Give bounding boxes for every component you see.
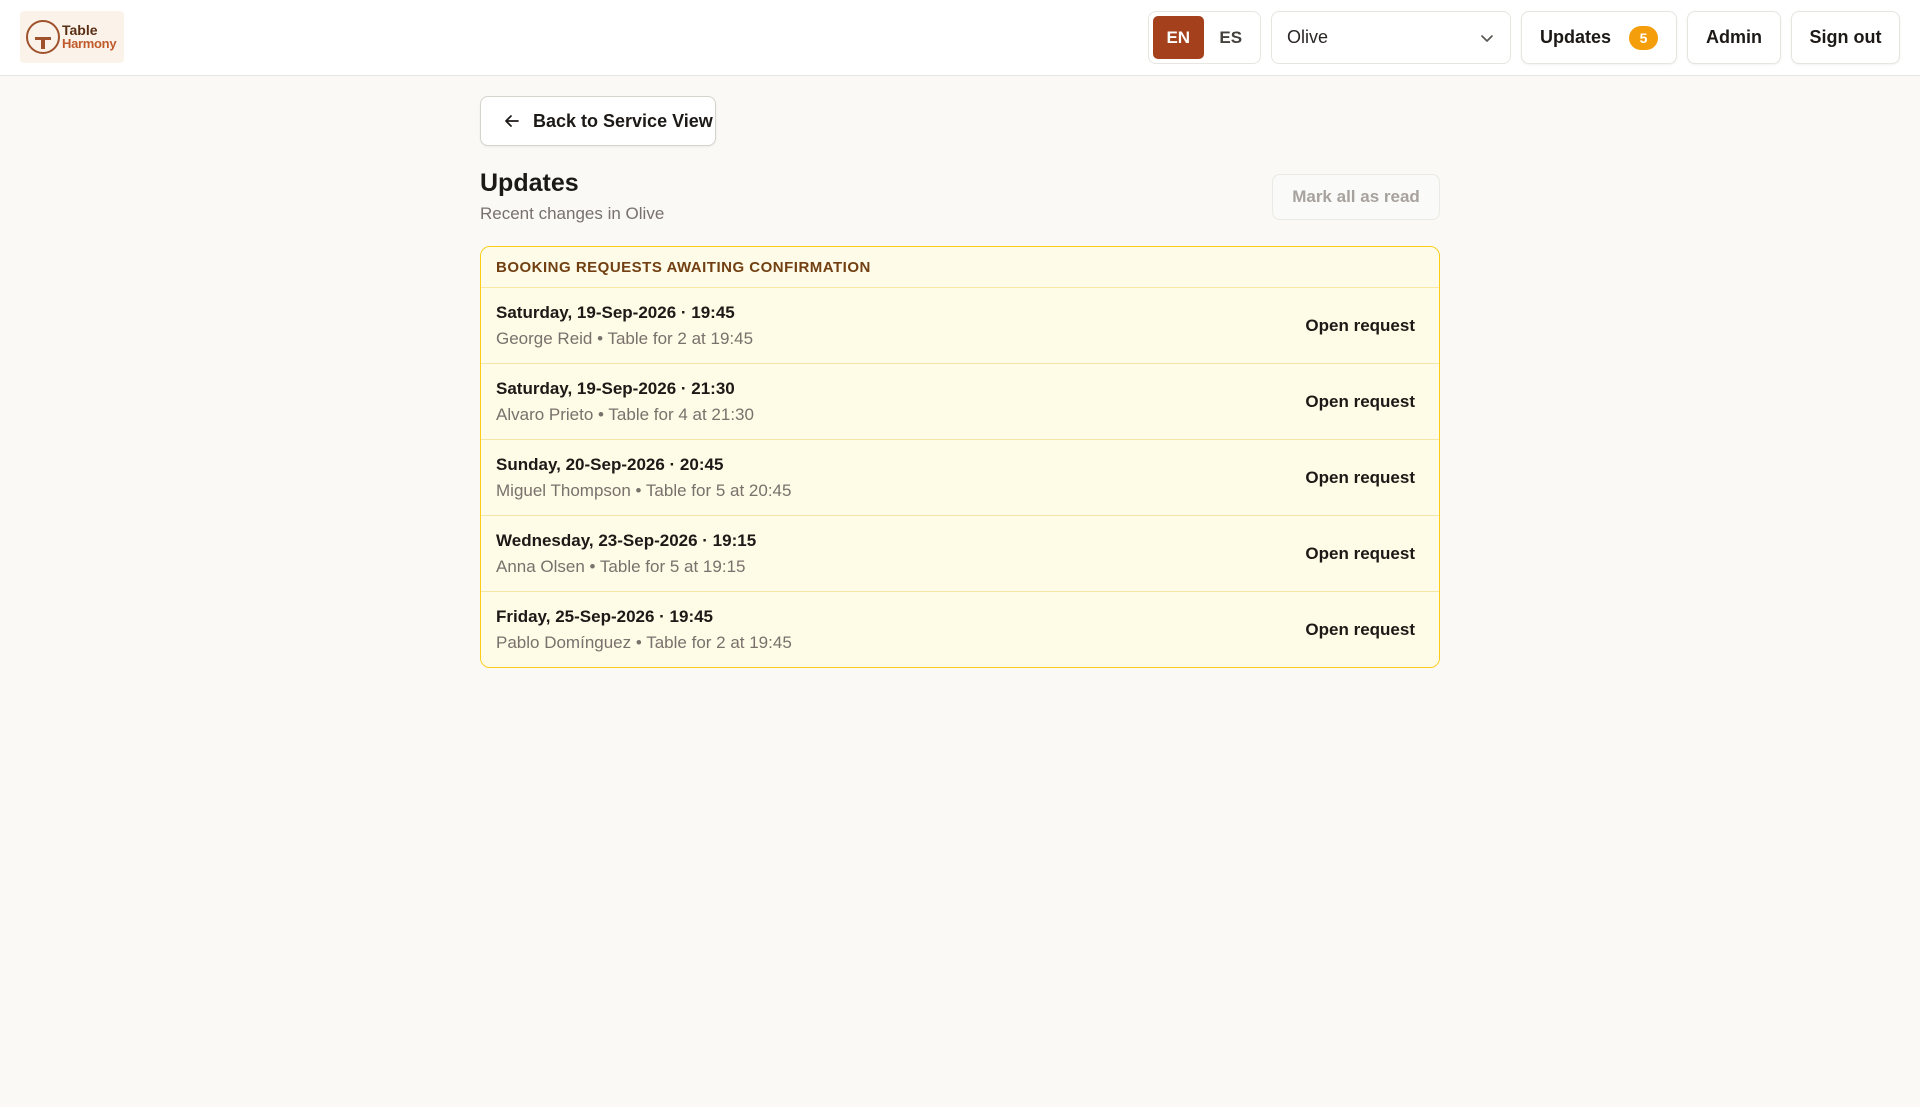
section-heading: BOOKING REQUESTS AWAITING CONFIRMATION [481,247,1439,288]
logo-line-2: Harmony [62,36,117,51]
list-item[interactable]: Friday, 25-Sep-2026 · 19:45 Pablo Domíng… [481,592,1439,667]
request-detail: Pablo Domínguez • Table for 2 at 19:45 [496,633,792,652]
open-request-link[interactable]: Open request [1305,316,1415,336]
venue-select-value: Olive [1287,27,1329,47]
top-bar: Table Harmony EN ES Olive Updates 5 Admi… [0,0,1920,76]
venue-select[interactable]: Olive [1271,11,1511,64]
request-detail: George Reid • Table for 2 at 19:45 [496,328,754,348]
back-to-service-button[interactable]: Back to Service View [480,96,716,146]
page-subtitle: Recent changes in Olive [480,204,665,223]
request-datetime: Saturday, 19-Sep-2026 · 19:45 [496,302,735,322]
language-switcher: EN ES [1148,11,1261,64]
language-es-button[interactable]: ES [1206,16,1257,59]
list-item[interactable]: Saturday, 19-Sep-2026 · 21:30 Alvaro Pri… [481,364,1439,440]
request-datetime: Friday, 25-Sep-2026 · 19:45 [496,607,714,626]
list-item[interactable]: Sunday, 20-Sep-2026 · 20:45 Miguel Thomp… [481,440,1439,516]
request-detail: Anna Olsen • Table for 5 at 19:15 [496,556,746,576]
list-item[interactable]: Wednesday, 23-Sep-2026 · 19:15 Anna Olse… [481,516,1439,592]
sign-out-button[interactable]: Sign out [1791,11,1900,64]
arrow-left-icon [505,115,519,127]
updates-count-badge: 5 [1629,25,1658,50]
request-datetime: Sunday, 20-Sep-2026 · 20:45 [496,454,724,474]
chevron-down-icon [1481,34,1493,42]
request-datetime: Saturday, 19-Sep-2026 · 21:30 [496,378,735,398]
request-datetime: Wednesday, 23-Sep-2026 · 19:15 [496,530,757,550]
mark-all-read-button[interactable]: Mark all as read [1272,174,1440,220]
page-title: Updates [480,169,579,197]
request-detail: Alvaro Prieto • Table for 4 at 21:30 [496,404,754,424]
back-button-label: Back to Service View [533,110,713,131]
updates-label: Updates [1539,27,1611,47]
list-item[interactable]: Saturday, 19-Sep-2026 · 19:45 George Rei… [481,288,1439,364]
request-detail: Miguel Thompson • Table for 5 at 20:45 [496,480,792,500]
open-request-link[interactable]: Open request [1305,544,1415,564]
open-request-link[interactable]: Open request [1305,620,1415,640]
app-logo[interactable]: Table Harmony [20,11,124,63]
updates-button[interactable]: Updates 5 [1521,11,1677,64]
language-en-button[interactable]: EN [1153,16,1204,59]
booking-requests-card: BOOKING REQUESTS AWAITING CONFIRMATION S… [480,246,1440,668]
table-logo-icon [26,20,60,54]
open-request-link[interactable]: Open request [1305,468,1415,488]
open-request-link[interactable]: Open request [1305,392,1415,412]
admin-button[interactable]: Admin [1687,11,1781,64]
